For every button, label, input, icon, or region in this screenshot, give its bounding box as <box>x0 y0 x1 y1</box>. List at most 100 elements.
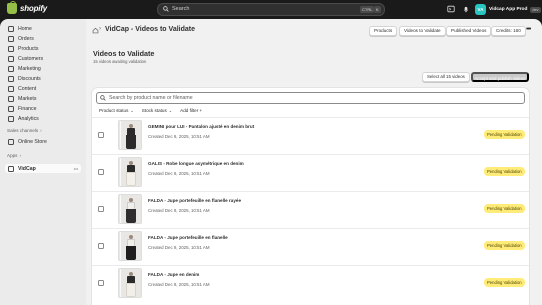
row-checkbox[interactable] <box>98 169 104 175</box>
store-name: Vidcap App Prod <box>489 7 528 12</box>
sales-channels-label: Sales channels <box>7 128 39 133</box>
created-date: Created Dec 9, 2025, 10:51 AM <box>148 282 210 287</box>
chevron-down-icon: ⌄ <box>168 108 173 113</box>
sidebar-item-label: Online Store <box>18 138 47 145</box>
sidebar-item-finance[interactable]: Finance <box>5 104 81 113</box>
sidebar-item-customers[interactable]: Customers <box>5 54 81 63</box>
chevron-right-icon: › <box>40 128 42 133</box>
credits-button[interactable]: Credits: 160 <box>491 26 526 36</box>
search-icon <box>163 6 169 12</box>
row-checkbox[interactable] <box>98 243 104 249</box>
apps-label: Apps <box>7 153 18 158</box>
product-name[interactable]: FALDA - Jupe portefeuille en flanelle ra… <box>148 198 241 203</box>
video-thumbnail[interactable] <box>118 157 142 187</box>
sidebar-item-markets[interactable]: Markets <box>5 94 81 103</box>
filter-label: Stock status <box>141 108 167 113</box>
sidebar-item-label: Content <box>18 85 37 92</box>
product-name[interactable]: FALDA - Jupe en denim <box>148 272 199 277</box>
person-icon <box>8 55 14 62</box>
terminal-icon[interactable] <box>447 5 455 13</box>
sidebar-item-marketing[interactable]: Marketing <box>5 64 81 73</box>
sidebar-item-online-store[interactable]: Online Store <box>5 137 81 146</box>
sidebar-item-label: Marketing <box>18 65 41 72</box>
accept-publish-button[interactable]: Accept and publish videos <box>471 72 529 82</box>
content-icon <box>8 85 14 92</box>
shopify-bag-icon <box>7 1 17 14</box>
sidebar-item-label: Markets <box>18 95 37 102</box>
brand-name: shopify <box>20 4 48 13</box>
videos-to-validate-button[interactable]: Videos to Validate <box>399 26 446 36</box>
chart-icon <box>8 115 14 122</box>
sidebar-item-content[interactable]: Content <box>5 84 81 93</box>
chevron-right-icon: › <box>19 153 22 158</box>
shopify-logo[interactable]: shopify <box>7 1 48 14</box>
global-search[interactable]: Search CTRL K <box>157 3 385 16</box>
sidebar-item-orders[interactable]: Orders <box>5 34 81 43</box>
search-icon <box>100 95 106 101</box>
stock-status-filter[interactable]: Stock status ⌄ <box>142 108 172 113</box>
status-badge: Pending Validation <box>484 241 525 250</box>
created-date: Created Dec 9, 2025, 10:51 AM <box>148 134 210 139</box>
sales-channels-heading[interactable]: Sales channels › <box>7 128 42 133</box>
sidebar-item-label: Customers <box>18 55 44 62</box>
app-icon <box>8 165 14 172</box>
status-badge: Pending Validation <box>484 204 525 213</box>
tag-icon <box>8 45 14 52</box>
row-checkbox[interactable] <box>98 280 104 286</box>
store-icon <box>8 138 14 145</box>
filter-label: Add filter + <box>180 108 203 113</box>
product-search-input[interactable]: Search by product name or filename <box>96 92 525 104</box>
product-name[interactable]: GALIS - Robe longue asymétrique en denim <box>148 161 244 166</box>
video-row[interactable]: FALDA - Jupe portefeuille en flanelle ra… <box>92 191 529 228</box>
video-thumbnail[interactable] <box>118 268 142 298</box>
main-content: › VidCap - Videos to Validate Products V… <box>86 19 542 305</box>
sidebar-item-label: Finance <box>18 105 37 112</box>
created-date: Created Dec 9, 2025, 10:51 AM <box>148 171 210 176</box>
bank-icon <box>8 105 14 112</box>
video-thumbnail[interactable] <box>118 120 142 150</box>
sidebar-item-label: Discounts <box>18 75 41 82</box>
filter-bar: Product status ⌄ Stock status ⌄ Add filter… <box>99 108 202 113</box>
app-header: › VidCap - Videos to Validate Products V… <box>86 23 542 37</box>
status-badge: Pending Validation <box>484 278 525 287</box>
target-icon <box>8 65 14 72</box>
store-badge: dev <box>530 6 541 13</box>
store-menu-button[interactable]: VA Vidcap App Prod dev <box>475 3 541 16</box>
product-status-filter[interactable]: Product status ⌄ <box>99 108 134 113</box>
apps-heading[interactable]: Apps › <box>7 153 21 158</box>
sidebar: Home Orders Products Customers Marketing… <box>0 19 86 305</box>
created-date: Created Dec 9, 2025, 10:51 AM <box>148 208 210 213</box>
video-row[interactable]: FALDA - Jupe en denim Created Dec 9, 202… <box>92 265 529 302</box>
sidebar-item-label: Orders <box>18 35 34 42</box>
sidebar-item-label: Analytics <box>18 115 39 122</box>
video-row[interactable]: GEMINI pour LUI - Pantalon ajusté en den… <box>92 117 529 154</box>
sidebar-item-vidcap[interactable]: VidCap ••• <box>5 164 81 173</box>
published-videos-button[interactable]: Published Videos <box>446 26 492 36</box>
products-button[interactable]: Products <box>369 26 398 36</box>
product-name[interactable]: FALDA - Jupe portefeuille en flanelle <box>148 235 228 240</box>
sidebar-item-label: Home <box>18 25 32 32</box>
status-badge: Pending Validation <box>484 130 525 139</box>
bell-icon[interactable] <box>462 5 470 13</box>
top-bar: shopify Search CTRL K VA Vidcap App Prod… <box>0 0 542 19</box>
shortcut-ctrl: CTRL <box>360 6 375 13</box>
product-name[interactable]: GEMINI pour LUI - Pantalon ajusté en den… <box>148 124 254 129</box>
home-icon[interactable] <box>92 27 99 34</box>
search-placeholder: Search by product name or filename <box>109 95 193 101</box>
video-row[interactable]: FALDA - Jupe portefeuille en flanelle Cr… <box>92 228 529 265</box>
row-checkbox[interactable] <box>98 206 104 212</box>
add-filter-button[interactable]: Add filter + <box>180 108 202 113</box>
select-all-button[interactable]: Select all 15 videos <box>422 72 470 82</box>
video-row[interactable]: GALIS - Robe longue asymétrique en denim… <box>92 154 529 191</box>
more-options-icon[interactable]: ••• <box>526 26 531 34</box>
sidebar-item-products[interactable]: Products <box>5 44 81 53</box>
shortcut-k: K <box>374 6 381 13</box>
row-checkbox[interactable] <box>98 132 104 138</box>
sidebar-item-analytics[interactable]: Analytics <box>5 114 81 123</box>
chevron-right-icon: › <box>99 26 101 32</box>
sidebar-item-discounts[interactable]: Discounts <box>5 74 81 83</box>
sidebar-item-home[interactable]: Home <box>5 24 81 33</box>
video-thumbnail[interactable] <box>118 231 142 261</box>
video-thumbnail[interactable] <box>118 194 142 224</box>
more-icon[interactable]: ••• <box>74 166 78 171</box>
